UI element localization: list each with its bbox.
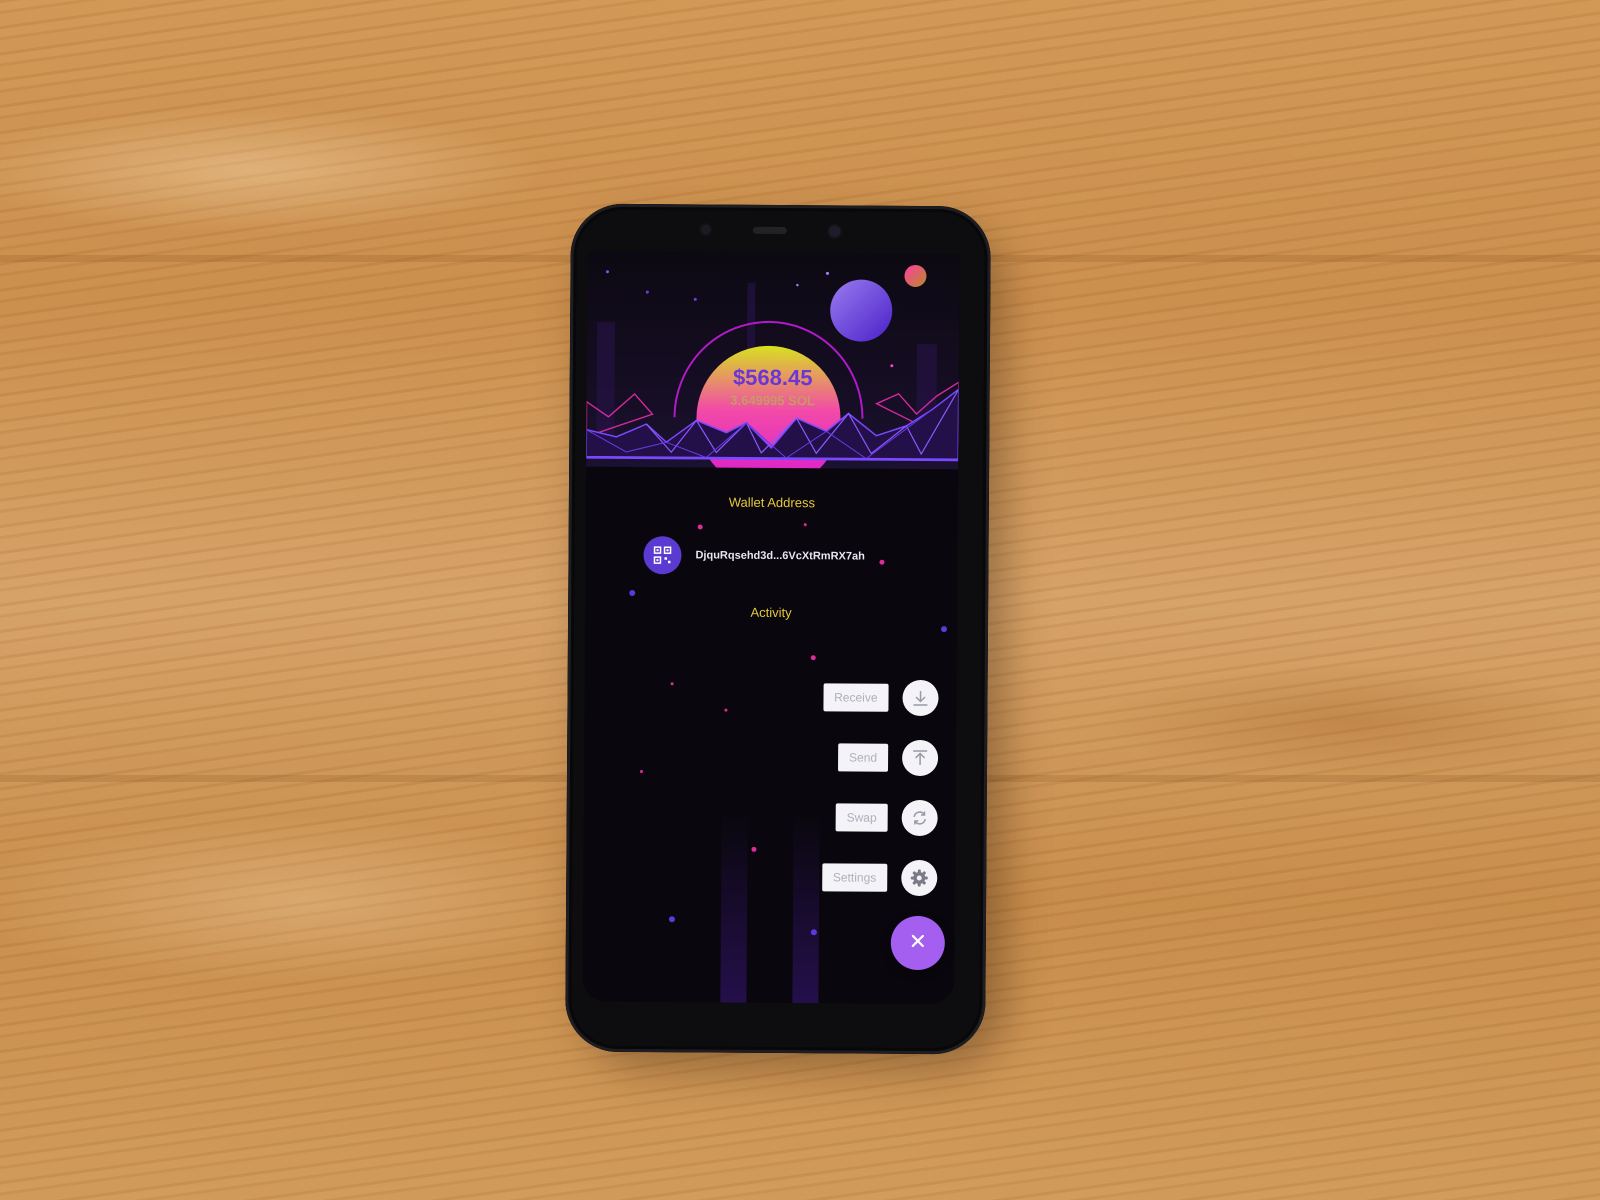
qr-code-icon[interactable]: [643, 536, 682, 575]
wallet-screen: $568.45 3.649995 SOL Wallet Address Djqu…: [582, 251, 960, 1005]
wallet-address[interactable]: DjquRqsehd3d...6VcXtRmRX7ah: [695, 549, 864, 562]
particle: [879, 559, 885, 565]
particle: [697, 524, 703, 530]
balance-sol: 3.649995 SOL: [730, 392, 815, 409]
front-sensor: [700, 224, 711, 235]
particle: [940, 626, 948, 633]
particle: [639, 770, 644, 774]
earpiece: [752, 226, 787, 235]
close-menu-button[interactable]: [890, 915, 945, 971]
particle: [803, 523, 807, 527]
swap-label[interactable]: Swap: [835, 803, 888, 832]
background-stripe: [792, 813, 820, 1004]
synthwave-illustration: [586, 264, 960, 470]
upload-icon[interactable]: [901, 739, 939, 777]
particle: [751, 846, 757, 852]
download-icon[interactable]: [902, 679, 939, 717]
wallet-address-label: Wallet Address: [728, 494, 816, 511]
particle: [810, 929, 817, 936]
gear-icon[interactable]: [901, 859, 938, 897]
receive-action[interactable]: Receive: [823, 679, 939, 717]
settings-label[interactable]: Settings: [821, 863, 888, 892]
receive-label[interactable]: Receive: [823, 683, 889, 712]
send-label[interactable]: Send: [837, 743, 889, 772]
send-action[interactable]: Send: [837, 739, 939, 777]
particle: [629, 589, 636, 597]
swap-action[interactable]: Swap: [835, 799, 938, 837]
settings-action[interactable]: Settings: [821, 859, 938, 897]
phone: $568.45 3.649995 SOL Wallet Address Djqu…: [565, 203, 991, 1055]
particle: [670, 682, 674, 686]
particle: [668, 916, 675, 923]
close-icon[interactable]: [910, 932, 926, 953]
balance-hero: $568.45 3.649995 SOL: [586, 251, 960, 470]
balance-usd: $568.45: [732, 364, 813, 391]
activity-label: Activity: [750, 604, 792, 621]
wallet-address-row[interactable]: DjquRqsehd3d...6VcXtRmRX7ah: [643, 536, 865, 576]
particle: [724, 708, 728, 712]
refresh-icon[interactable]: [901, 799, 938, 837]
front-camera: [828, 225, 841, 238]
particle: [810, 655, 816, 661]
background-stripe: [720, 812, 748, 1003]
